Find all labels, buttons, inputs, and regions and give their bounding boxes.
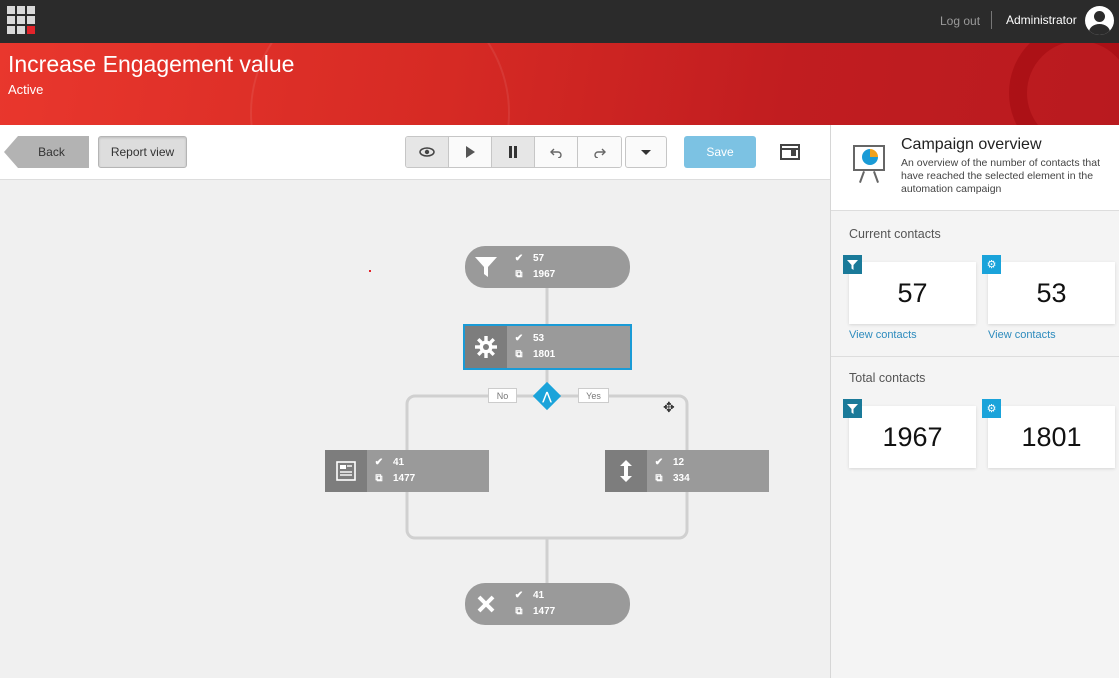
check-icon: ✔: [374, 457, 384, 468]
workflow-canvas[interactable]: ✔ 57 ⧉ 1967 ✔ 53 ⧉ 1801 No Yes ⋀ ✔ 41 ⧉ 1477 ✔: [0, 181, 830, 678]
funnel-icon: [843, 255, 862, 274]
play-icon[interactable]: [449, 137, 492, 167]
current-contacts-label: Current contacts: [849, 227, 941, 241]
undo-icon[interactable]: [535, 137, 578, 167]
node-contacts: 41: [393, 457, 405, 468]
toolbar: Back Report view Save: [0, 125, 830, 180]
check-icon: ✔: [514, 590, 524, 601]
contacts-icon: ⧉: [655, 473, 663, 484]
contacts-icon: ⧉: [515, 606, 523, 617]
condition-no-label: No: [488, 388, 517, 403]
panel-toggle-icon[interactable]: [780, 144, 800, 160]
panel-header: Campaign overview An overview of the num…: [831, 125, 1119, 211]
marker-dot: [369, 270, 371, 272]
check-icon: ✔: [514, 253, 524, 264]
split-icon: ⋀: [542, 390, 552, 403]
check-icon: ✔: [514, 333, 524, 344]
node-contacts: 41: [533, 590, 545, 601]
condition-yes-label: Yes: [578, 388, 609, 403]
no-branch-node[interactable]: ✔ 41 ⧉ 1477: [325, 450, 489, 492]
campaign-overview-panel: Campaign overview An overview of the num…: [830, 125, 1119, 678]
node-contacts: 57: [533, 253, 545, 264]
node-total: 334: [673, 473, 690, 484]
node-total: 1967: [533, 269, 556, 280]
check-icon: ✔: [654, 457, 664, 468]
stat-value: 57: [897, 277, 928, 308]
pause-icon[interactable]: [492, 137, 535, 167]
view-contacts-link[interactable]: View contacts: [988, 329, 1056, 341]
panel-title: Campaign overview: [901, 136, 1042, 153]
playback-controls: [405, 136, 622, 168]
back-button[interactable]: Back: [4, 136, 89, 168]
node-contacts: 12: [673, 457, 685, 468]
stat-value: 53: [1036, 277, 1067, 308]
node-contacts: 53: [533, 333, 545, 344]
total-contacts-label: Total contacts: [849, 371, 926, 385]
gear-icon: ⚙: [982, 399, 1001, 418]
redo-icon[interactable]: [578, 137, 621, 167]
action-node[interactable]: ✔ 53 ⧉ 1801: [463, 324, 632, 370]
eye-icon[interactable]: [406, 137, 449, 167]
current-contacts-card-trigger: 57: [849, 262, 976, 324]
yes-branch-node[interactable]: ✔ 12 ⧉ 334: [605, 450, 769, 492]
node-total: 1477: [533, 606, 556, 617]
top-bar: Log out Administrator: [0, 0, 1119, 43]
page-title: Increase Engagement value: [8, 51, 295, 77]
gear-icon: ⚙: [982, 255, 1001, 274]
avatar[interactable]: [1085, 6, 1114, 35]
presentation-chart-icon: [853, 145, 885, 185]
funnel-icon: [465, 246, 507, 288]
node-total: 1477: [393, 473, 416, 484]
stat-value: 1967: [882, 421, 943, 452]
contacts-icon: ⧉: [515, 349, 523, 360]
total-contacts-card-action: 1801: [988, 406, 1115, 468]
total-contacts-card-trigger: 1967: [849, 406, 976, 468]
funnel-icon: [843, 399, 862, 418]
contacts-icon: ⧉: [515, 269, 523, 280]
trigger-node[interactable]: ✔ 57 ⧉ 1967: [465, 246, 630, 288]
chevron-down-icon: [641, 149, 651, 155]
node-total: 1801: [533, 349, 556, 360]
stat-value: 1801: [1021, 421, 1082, 452]
app-grid-icon[interactable]: [7, 6, 37, 36]
user-name[interactable]: Administrator: [1006, 13, 1077, 27]
divider: [991, 11, 992, 29]
gear-icon: [465, 326, 507, 368]
save-button[interactable]: Save: [684, 136, 756, 168]
end-node[interactable]: ✔ 41 ⧉ 1477: [465, 583, 630, 625]
status-label: Active: [8, 82, 44, 97]
logout-link[interactable]: Log out: [940, 14, 980, 28]
more-options-dropdown[interactable]: [625, 136, 667, 168]
updown-arrow-icon: [605, 450, 647, 492]
current-contacts-card-action: 53: [988, 262, 1115, 324]
connector-lines: [405, 287, 689, 584]
page-header: Increase Engagement value Active: [0, 43, 1119, 125]
report-view-button[interactable]: Report view: [98, 136, 187, 168]
panel-description: An overview of the number of contacts th…: [901, 157, 1101, 195]
close-icon: [465, 583, 507, 625]
divider: [831, 356, 1119, 357]
contacts-icon: ⧉: [375, 473, 383, 484]
document-icon: [325, 450, 367, 492]
move-cursor-icon: ✥: [663, 399, 675, 415]
view-contacts-link[interactable]: View contacts: [849, 329, 917, 341]
